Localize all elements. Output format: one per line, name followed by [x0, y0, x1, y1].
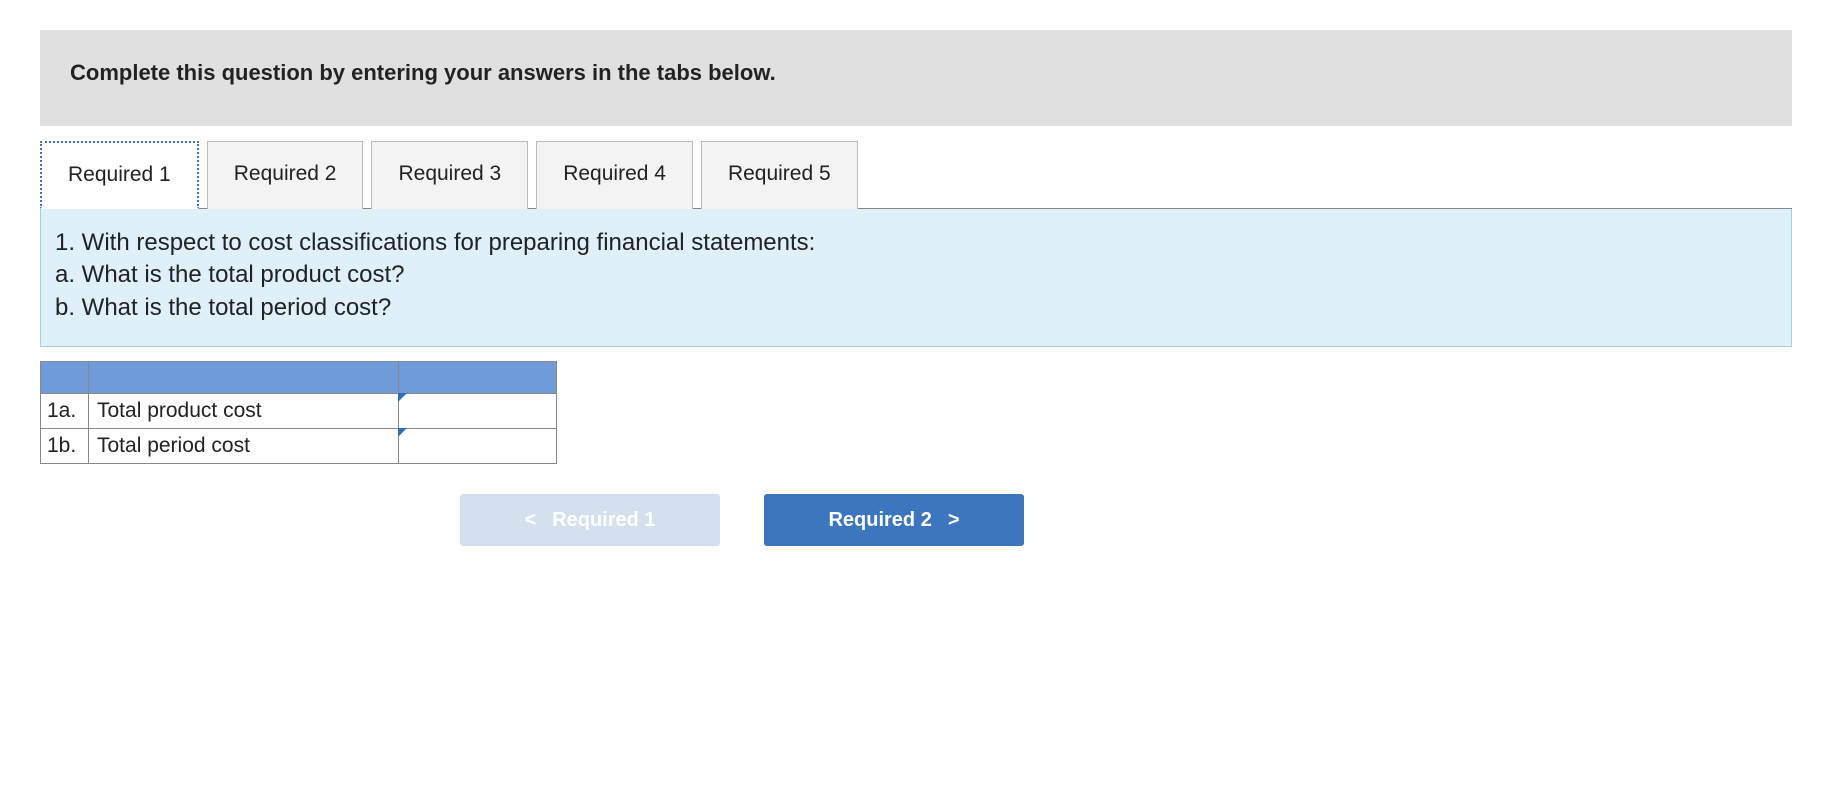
tabs: Required 1 Required 2 Required 3 Require… — [40, 140, 1792, 208]
tab-required-2[interactable]: Required 2 — [207, 141, 364, 209]
tab-label: Required 5 — [728, 162, 831, 185]
row-label: Total period cost — [89, 429, 399, 464]
tab-required-3[interactable]: Required 3 — [371, 141, 528, 209]
nav-buttons: < Required 1 Required 2 > — [40, 494, 1792, 546]
question-line-3: b. What is the total period cost? — [55, 292, 1777, 324]
next-button-label: Required 2 — [828, 509, 931, 532]
question-panel: 1. With respect to cost classifications … — [40, 209, 1792, 347]
chevron-left-icon: < — [524, 509, 536, 532]
row-index: 1b. — [41, 429, 89, 464]
prev-button-label: Required 1 — [552, 509, 655, 532]
next-button[interactable]: Required 2 > — [764, 494, 1024, 546]
question-line-1: 1. With respect to cost classifications … — [55, 227, 1777, 259]
total-product-cost-input[interactable] — [399, 394, 556, 428]
tab-required-1[interactable]: Required 1 — [40, 141, 199, 209]
tab-required-4[interactable]: Required 4 — [536, 141, 693, 209]
chevron-right-icon: > — [948, 509, 960, 532]
tab-label: Required 2 — [234, 162, 337, 185]
total-period-cost-input[interactable] — [399, 429, 556, 463]
table-header-row — [41, 362, 557, 394]
instruction-text: Complete this question by entering your … — [70, 60, 776, 85]
table-row: 1b. Total period cost — [41, 429, 557, 464]
row-label: Total product cost — [89, 394, 399, 429]
table-header-blank-2 — [89, 362, 399, 394]
table-header-blank-3 — [399, 362, 557, 394]
tabs-container: Required 1 Required 2 Required 3 Require… — [40, 140, 1792, 209]
table-header-blank-1 — [41, 362, 89, 394]
row-index: 1a. — [41, 394, 89, 429]
page-root: Complete this question by entering your … — [0, 0, 1832, 606]
row-input-cell — [399, 429, 557, 464]
tab-label: Required 4 — [563, 162, 666, 185]
row-input-cell — [399, 394, 557, 429]
instruction-banner: Complete this question by entering your … — [40, 30, 1792, 126]
answer-table: 1a. Total product cost 1b. Total period … — [40, 361, 557, 464]
tab-required-5[interactable]: Required 5 — [701, 141, 858, 209]
question-line-2: a. What is the total product cost? — [55, 259, 1777, 291]
table-row: 1a. Total product cost — [41, 394, 557, 429]
tab-label: Required 3 — [398, 162, 501, 185]
tab-label: Required 1 — [68, 163, 171, 186]
prev-button[interactable]: < Required 1 — [460, 494, 720, 546]
